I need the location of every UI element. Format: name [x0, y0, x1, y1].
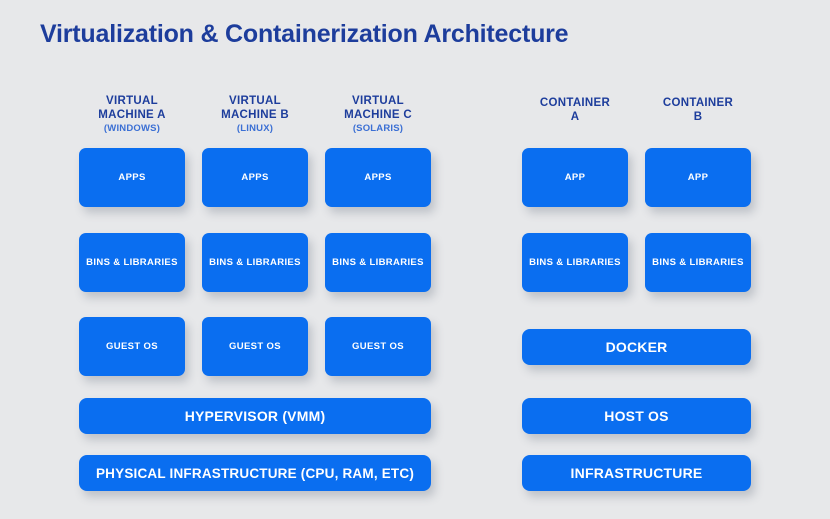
header-line-1: CONTAINER	[539, 97, 611, 109]
host-os-bar[interactable]: HOST OS	[522, 398, 751, 434]
box-label: APP	[564, 172, 586, 183]
header-line-2: A	[570, 110, 580, 123]
physical-infrastructure-bar[interactable]: PHYSICAL INFRASTRUCTURE (CPU, RAM, ETC)	[79, 455, 431, 491]
vm-b-bins-libraries-box[interactable]: BINS & LIBRARIES	[202, 233, 308, 292]
page-title: Virtualization & Containerization Archit…	[40, 20, 569, 48]
header-os-label: (LINUX)	[236, 123, 274, 135]
box-label: GUEST OS	[106, 341, 158, 352]
header-line-1: VIRTUAL	[106, 95, 158, 107]
box-label: APPS	[118, 172, 146, 183]
box-label: BINS & LIBRARIES	[209, 257, 301, 268]
architecture-diagram: Virtualization & Containerization Archit…	[0, 0, 830, 519]
header-os-label: (SOLARIS)	[352, 123, 404, 135]
box-label: APP	[687, 172, 709, 183]
header-line-2: MACHINE B	[221, 108, 289, 121]
box-label: PHYSICAL INFRASTRUCTURE (CPU, RAM, ETC)	[95, 465, 415, 481]
column-header-container-a: CONTAINER A	[522, 97, 628, 124]
box-label: INFRASTRUCTURE	[570, 465, 703, 481]
header-line-2: MACHINE C	[344, 108, 412, 121]
header-os-label: (WINDOWS)	[103, 123, 161, 135]
header-line-1: CONTAINER	[662, 97, 734, 109]
box-label: APPS	[241, 172, 269, 183]
box-label: GUEST OS	[352, 341, 404, 352]
column-header-virtual-machine-c: VIRTUAL MACHINE C (SOLARIS)	[325, 95, 431, 134]
vm-c-guest-os-box[interactable]: GUEST OS	[325, 317, 431, 376]
infrastructure-bar[interactable]: INFRASTRUCTURE	[522, 455, 751, 491]
header-line-2: B	[693, 110, 703, 123]
header-line-2: MACHINE A	[98, 108, 166, 121]
box-label: BINS & LIBRARIES	[332, 257, 424, 268]
box-label: HYPERVISOR (VMM)	[184, 408, 326, 424]
vm-a-guest-os-box[interactable]: GUEST OS	[79, 317, 185, 376]
box-label: BINS & LIBRARIES	[529, 257, 621, 268]
vm-c-bins-libraries-box[interactable]: BINS & LIBRARIES	[325, 233, 431, 292]
box-label: BINS & LIBRARIES	[86, 257, 178, 268]
vm-b-guest-os-box[interactable]: GUEST OS	[202, 317, 308, 376]
column-header-container-b: CONTAINER B	[645, 97, 751, 124]
vm-a-bins-libraries-box[interactable]: BINS & LIBRARIES	[79, 233, 185, 292]
vm-a-apps-box[interactable]: APPS	[79, 148, 185, 207]
box-label: APPS	[364, 172, 392, 183]
column-header-virtual-machine-a: VIRTUAL MACHINE A (WINDOWS)	[79, 95, 185, 134]
header-line-1: VIRTUAL	[352, 95, 404, 107]
container-b-app-box[interactable]: APP	[645, 148, 751, 207]
container-a-bins-libraries-box[interactable]: BINS & LIBRARIES	[522, 233, 628, 292]
vm-b-apps-box[interactable]: APPS	[202, 148, 308, 207]
hypervisor-bar[interactable]: HYPERVISOR (VMM)	[79, 398, 431, 434]
box-label: HOST OS	[604, 408, 669, 424]
box-label: DOCKER	[605, 339, 668, 355]
container-b-bins-libraries-box[interactable]: BINS & LIBRARIES	[645, 233, 751, 292]
container-a-app-box[interactable]: APP	[522, 148, 628, 207]
column-header-virtual-machine-b: VIRTUAL MACHINE B (LINUX)	[202, 95, 308, 134]
docker-bar[interactable]: DOCKER	[522, 329, 751, 365]
vm-c-apps-box[interactable]: APPS	[325, 148, 431, 207]
box-label: GUEST OS	[229, 341, 281, 352]
header-line-1: VIRTUAL	[229, 95, 281, 107]
box-label: BINS & LIBRARIES	[652, 257, 744, 268]
